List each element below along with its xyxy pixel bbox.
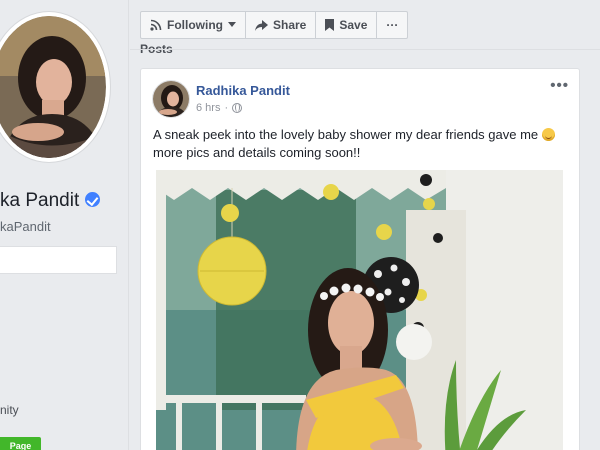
share-label: Share (273, 18, 307, 32)
profile-name[interactable]: ka Pandit (0, 190, 101, 212)
share-button[interactable]: Share (246, 12, 317, 38)
sidebar-input-box[interactable] (0, 246, 117, 274)
profile-sidebar: ka Pandit kaPandit nity Page (0, 0, 128, 450)
page-badge[interactable]: Page (0, 437, 41, 450)
post-timestamp[interactable]: 6 hrs (196, 102, 220, 114)
facebook-page: ka Pandit kaPandit nity Page Following S… (0, 0, 600, 450)
rss-icon (150, 19, 162, 31)
post-text-line2: more pics and details coming soon!! (153, 145, 361, 160)
sidebar-community-label: nity (0, 403, 19, 417)
post-card: Radhika Pandit 6 hrs · ••• A sneak peek … (140, 68, 580, 450)
verified-badge-icon (85, 192, 101, 207)
column-divider (128, 0, 129, 450)
save-button[interactable]: Save (316, 12, 378, 38)
following-label: Following (167, 18, 223, 32)
header-divider (130, 49, 600, 50)
globe-icon[interactable] (232, 103, 243, 113)
baby-shower-photo (156, 170, 563, 450)
following-button[interactable]: Following (141, 12, 246, 38)
profile-photo (0, 16, 106, 158)
post-author-avatar[interactable] (152, 80, 190, 118)
more-button[interactable]: ··· (377, 12, 407, 38)
page-action-toolbar: Following Share Save ··· (140, 11, 409, 39)
chevron-down-icon (228, 22, 236, 27)
share-arrow-icon (255, 19, 268, 31)
bookmark-icon (325, 19, 335, 31)
profile-avatar[interactable] (0, 12, 110, 162)
page-right-gutter (580, 50, 600, 450)
profile-handle[interactable]: kaPandit (0, 219, 51, 234)
post-author-photo (153, 81, 189, 117)
post-options-button[interactable]: ••• (550, 78, 569, 93)
post-text-line1: A sneak peek into the lovely baby shower… (153, 127, 539, 142)
post-text: A sneak peek into the lovely baby shower… (153, 126, 573, 162)
meta-separator: · (224, 102, 229, 114)
post-meta: 6 hrs · (196, 102, 243, 114)
post-photo[interactable] (156, 170, 563, 450)
blushing-emoji-icon (541, 128, 555, 141)
post-author-name[interactable]: Radhika Pandit (196, 83, 290, 98)
more-label: ··· (386, 18, 399, 32)
save-label: Save (339, 18, 368, 32)
